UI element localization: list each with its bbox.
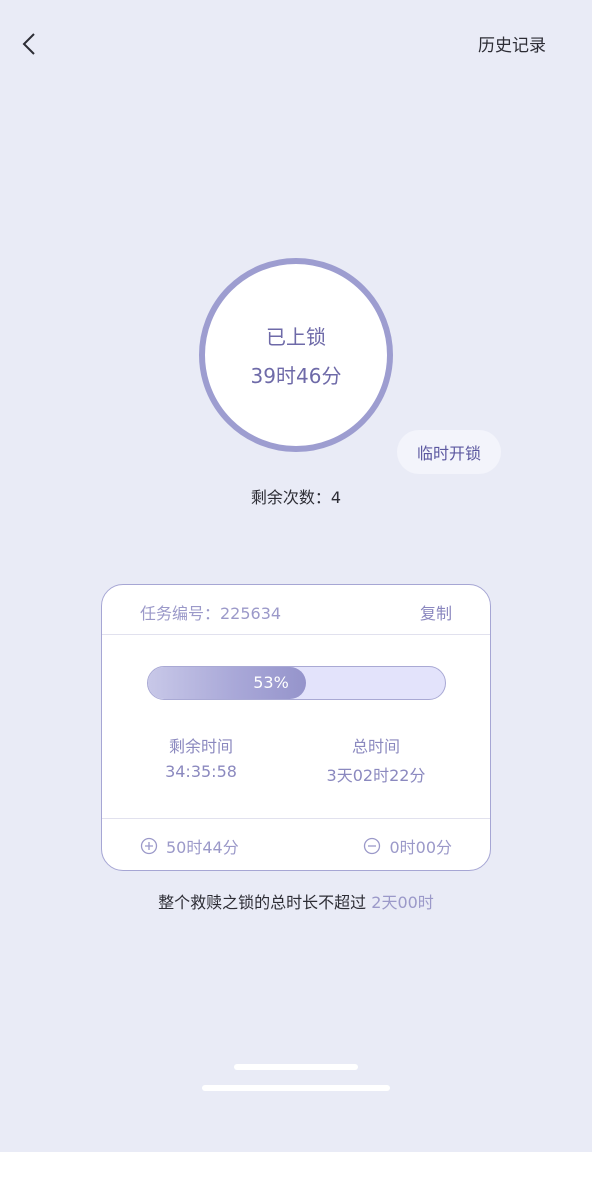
lock-status-circle: 已上锁 39时46分: [199, 258, 393, 452]
plus-circle-icon: [140, 837, 158, 855]
divider: [102, 634, 490, 635]
divider: [102, 818, 490, 819]
total-time-label: 总时间: [351, 737, 400, 756]
copy-button[interactable]: 复制: [420, 600, 452, 624]
subtract-time-label: 0时00分: [389, 838, 452, 857]
chevron-left-icon: [22, 33, 35, 55]
lock-time-remaining: 39时46分: [250, 364, 342, 388]
back-button[interactable]: [14, 28, 46, 60]
progress-bar: 53%: [147, 666, 446, 700]
app-screen: 历史记录 已上锁 39时46分 临时开锁 剩余次数：4 任务编号：225634 …: [0, 0, 592, 1152]
remaining-time-value: 34:35:58: [165, 762, 237, 781]
history-button[interactable]: 历史记录: [478, 31, 546, 56]
total-duration-limit: 整个救赎之锁的总时长不超过 2天00时: [0, 889, 592, 913]
limit-prefix: 整个救赎之锁的总时长不超过: [158, 893, 372, 912]
remaining-time-label: 剩余时间: [168, 737, 233, 756]
add-time-button[interactable]: 50时44分: [140, 834, 239, 858]
add-time-label: 50时44分: [166, 838, 239, 857]
home-indicator: [202, 1085, 390, 1091]
lock-status-label: 已上锁: [266, 325, 326, 349]
limit-value: 2天00时: [371, 893, 434, 912]
task-card: 任务编号：225634 复制 53% 剩余时间 34:35:58 总时间 3天0…: [101, 584, 491, 871]
minus-circle-icon: [364, 837, 381, 855]
home-indicator: [234, 1064, 358, 1070]
task-id: 任务编号：225634: [140, 604, 282, 623]
subtract-time-button[interactable]: 0时00分: [363, 834, 452, 858]
temporary-unlock-button[interactable]: 临时开锁: [397, 430, 501, 474]
total-time-value: 3天02时22分: [326, 766, 426, 785]
progress-label: 53%: [253, 673, 289, 692]
remaining-count: 剩余次数：4: [250, 488, 342, 507]
